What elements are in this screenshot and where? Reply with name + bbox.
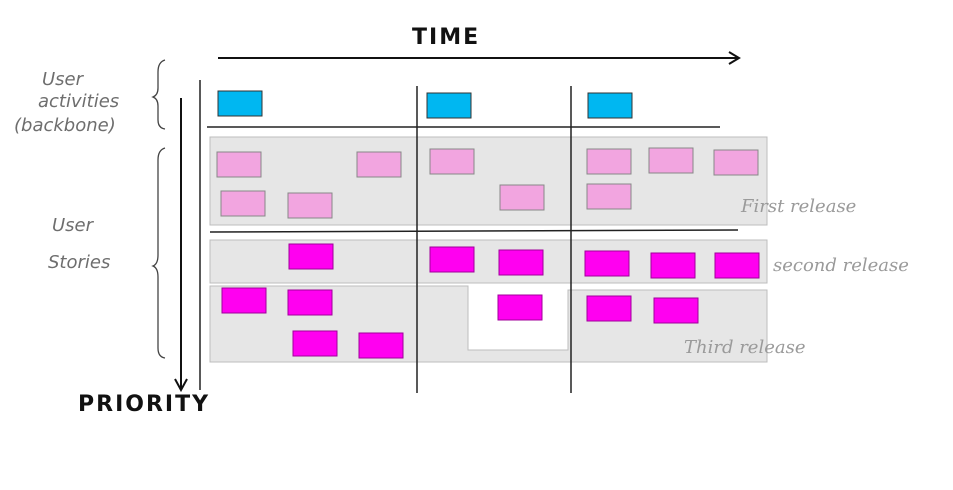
story-card — [498, 249, 544, 276]
backbone-card — [217, 90, 263, 117]
story-card — [220, 190, 266, 217]
story-card — [287, 289, 333, 316]
story-card — [499, 184, 545, 211]
story-card — [653, 297, 699, 324]
backbone-brace — [151, 59, 166, 130]
svg-text:(backbone): (backbone) — [14, 115, 116, 136]
story-card — [586, 148, 632, 175]
priority-label: PRIORITY — [78, 392, 210, 417]
time-axis: TIME — [218, 25, 741, 65]
story-card — [356, 151, 402, 178]
svg-text:Stories: Stories — [48, 252, 110, 273]
story-card — [221, 287, 267, 314]
release-divider-1 — [209, 229, 739, 233]
story-card — [292, 330, 338, 357]
backbone-cards — [217, 90, 633, 119]
story-card — [497, 294, 543, 321]
story-card — [714, 252, 760, 279]
svg-text:User: User — [42, 69, 85, 90]
story-card — [288, 243, 334, 270]
first-release-label: First release — [740, 196, 856, 217]
second-release-label: second release — [773, 255, 909, 276]
stories-label: User Stories — [48, 215, 110, 273]
story-card — [429, 148, 475, 175]
third-release-label: Third release — [684, 337, 806, 358]
story-card — [287, 192, 333, 219]
backbone-label: User activities (backbone) — [14, 69, 119, 136]
story-card — [713, 149, 759, 176]
story-card — [216, 151, 262, 178]
braces — [151, 59, 166, 359]
story-card — [586, 183, 632, 210]
stories-brace — [151, 147, 166, 359]
story-map-diagram: TIME PRIORITY User activities (backbone)… — [14, 25, 909, 417]
story-card — [586, 295, 632, 322]
story-card — [648, 147, 694, 174]
svg-text:User: User — [52, 215, 95, 236]
backbone-card — [426, 92, 472, 119]
svg-text:activities: activities — [38, 91, 119, 112]
story-card — [650, 252, 696, 279]
story-card — [358, 332, 404, 359]
time-label: TIME — [412, 25, 480, 50]
backbone-card — [587, 92, 633, 119]
story-card — [584, 250, 630, 277]
story-card — [429, 246, 475, 273]
